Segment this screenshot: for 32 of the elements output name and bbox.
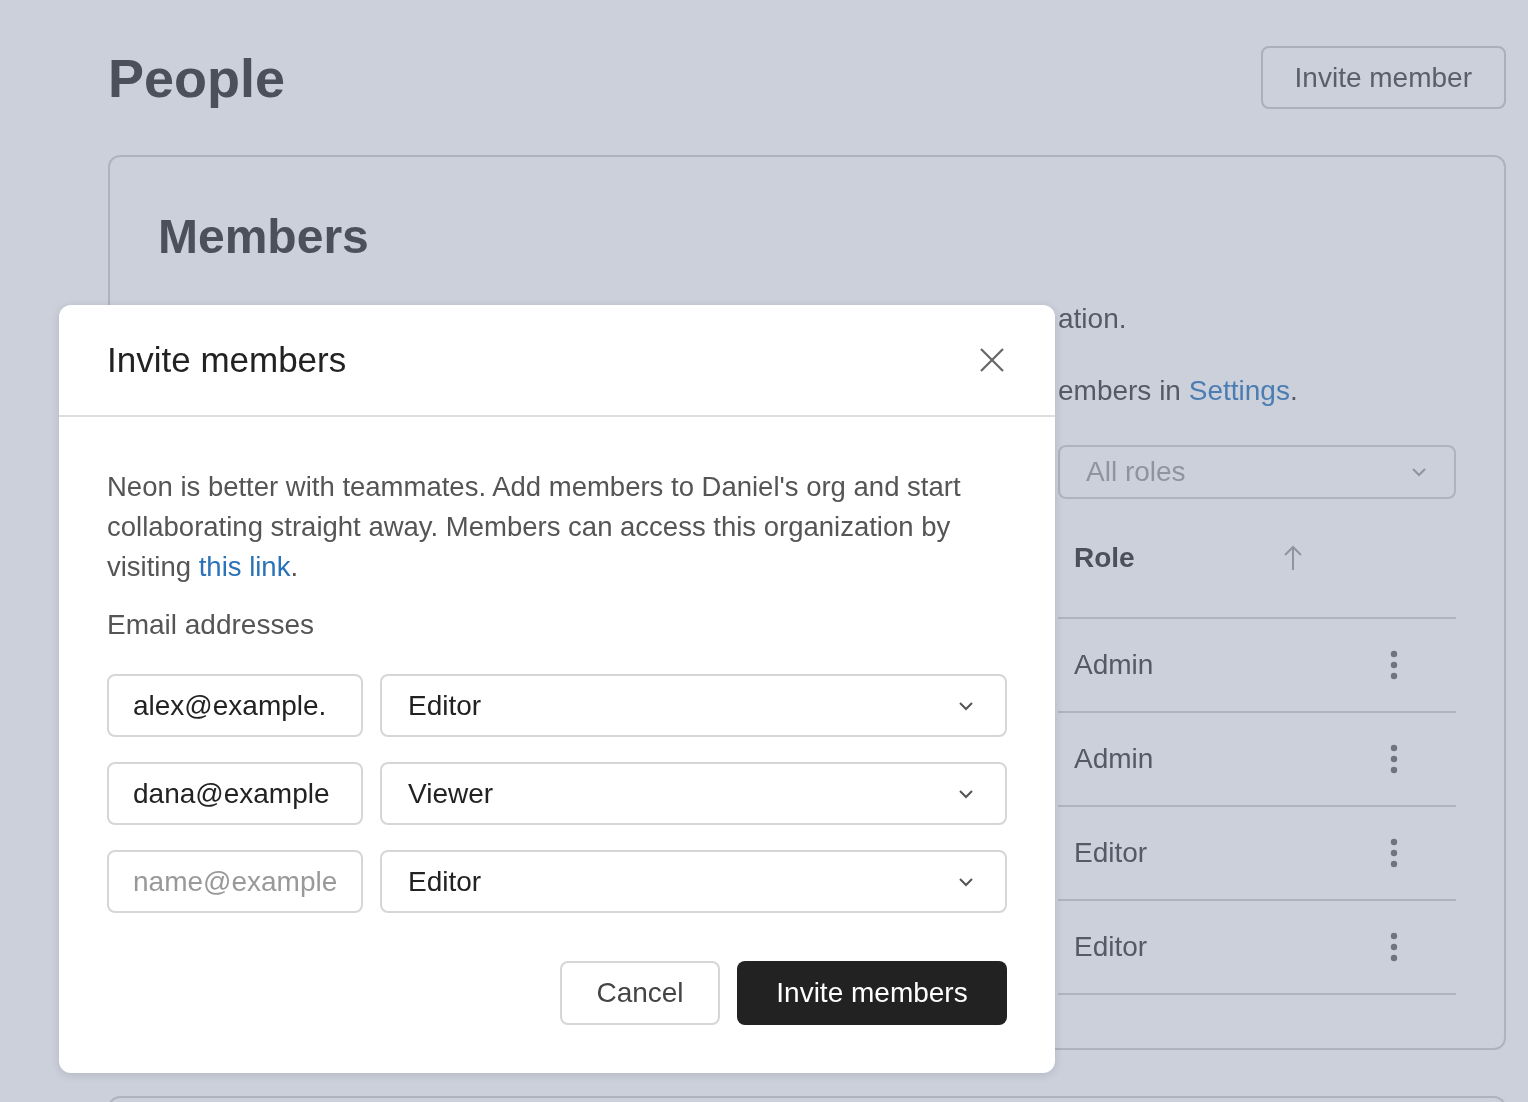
invite-member-button[interactable]: Invite member: [1260, 46, 1506, 109]
invite-link[interactable]: this link: [198, 551, 291, 582]
close-icon[interactable]: [979, 347, 1005, 373]
more-options-icon[interactable]: [1390, 650, 1398, 680]
invite-members-button[interactable]: Invite members: [737, 961, 1007, 1025]
chevron-down-icon: [957, 699, 975, 712]
dialog-description: Neon is better with teammates. Add members to Daniel's org and start collaborating straight away. Members can access this organization by visiting this link.: [107, 470, 962, 584]
role-select[interactable]: Editor: [380, 674, 1007, 737]
email-field[interactable]: alex@example.: [107, 674, 363, 737]
role-cell: Admin: [1074, 649, 1154, 681]
sort-arrow-up-icon[interactable]: [1282, 545, 1303, 571]
more-options-icon[interactable]: [1390, 838, 1398, 868]
dialog-title: Invite members: [107, 340, 347, 380]
role-cell: Admin: [1074, 743, 1154, 775]
role-select[interactable]: Viewer: [380, 762, 1007, 825]
email-field[interactable]: dana@example: [107, 762, 363, 825]
chevron-down-icon: [957, 787, 975, 800]
email-label: Email addresses: [107, 609, 315, 642]
chevron-down-icon: [957, 875, 975, 888]
role-select[interactable]: Editor: [380, 850, 1007, 913]
column-header[interactable]: Role: [1074, 542, 1135, 574]
cancel-button[interactable]: Cancel: [560, 961, 720, 1025]
role-cell: Editor: [1074, 837, 1148, 869]
card-title: Members: [158, 209, 370, 265]
role-cell: Editor: [1074, 931, 1148, 963]
email-field[interactable]: name@example: [107, 850, 363, 913]
more-options-icon[interactable]: [1390, 744, 1398, 774]
description-text: ation.: [1058, 302, 1128, 336]
more-options-icon[interactable]: [1390, 932, 1398, 962]
page-title: People: [108, 46, 286, 109]
chevron-down-icon: [1410, 466, 1428, 478]
settings-text: embers in Settings.: [1058, 374, 1299, 408]
